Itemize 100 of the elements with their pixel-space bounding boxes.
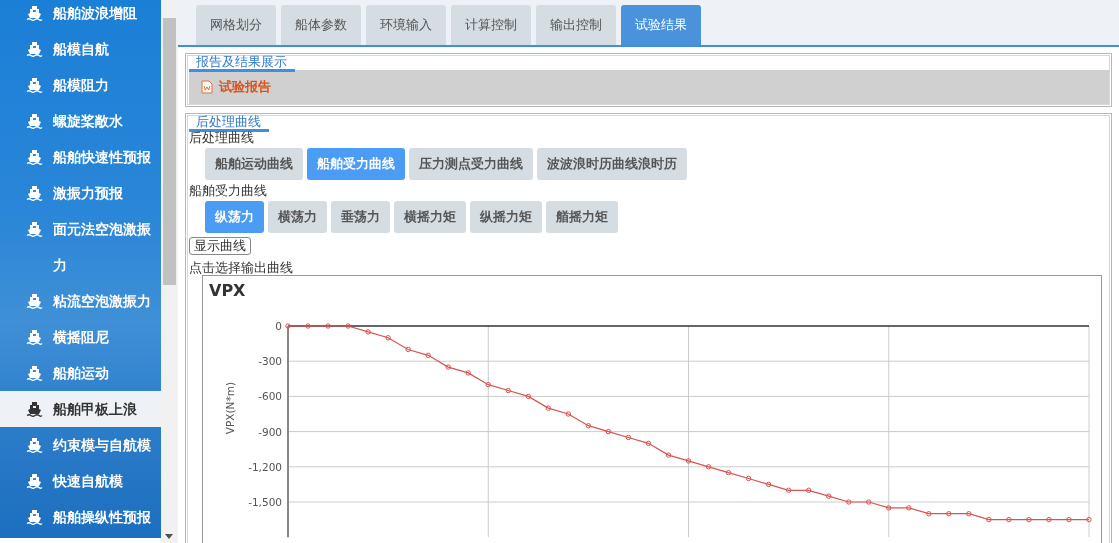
sidebar-item[interactable]: 螺旋桨敞水	[0, 103, 161, 139]
data-point	[445, 363, 451, 370]
ship-icon	[26, 401, 43, 417]
document-icon	[201, 80, 213, 94]
sidebar-item[interactable]: 面元法空泡激振力	[0, 211, 161, 283]
ship-icon	[26, 437, 43, 453]
ship-icon	[26, 221, 43, 237]
sidebar-item[interactable]: 粘流空泡激振力	[0, 283, 161, 319]
data-point	[745, 475, 752, 481]
ship-icon	[26, 113, 43, 129]
curve-type-button[interactable]: 船舶运动曲线	[205, 148, 303, 180]
curve-type-button[interactable]: 波波浪时历曲线浪时历	[537, 148, 687, 180]
curve-type-button[interactable]: 船舶受力曲线	[307, 148, 405, 180]
sidebar-item[interactable]: 船舶操纵性预报	[0, 499, 161, 535]
axis-title: VPX(N*m)	[224, 381, 236, 434]
sidebar-item[interactable]: 船舶甲板上浪	[0, 391, 161, 427]
sidebar-item[interactable]: 船模阻力	[0, 67, 161, 103]
axis-tick-label: -1,500	[248, 495, 282, 508]
data-point	[1006, 516, 1012, 522]
ship-icon	[26, 509, 43, 525]
data-point	[1066, 516, 1072, 522]
data-point	[645, 440, 652, 446]
hint-text: 点击选择输出曲线	[189, 259, 294, 275]
axis-tick-label: 0	[275, 319, 282, 332]
force-button[interactable]: 垂荡力	[331, 201, 390, 233]
report-link[interactable]: 试验报告	[219, 77, 271, 97]
data-point	[926, 510, 932, 516]
force-button[interactable]: 纵荡力	[205, 201, 264, 233]
data-point	[966, 510, 972, 516]
sidebar-item[interactable]: 快速自航模	[0, 463, 161, 499]
tab[interactable]: 船体参数	[281, 5, 361, 45]
ship-icon	[26, 185, 43, 201]
data-point	[365, 328, 371, 335]
panel-legend: 后处理曲线	[189, 115, 269, 132]
data-point	[1046, 516, 1052, 522]
ship-icon	[26, 149, 43, 165]
sidebar-item[interactable]: 船模自航	[0, 31, 161, 67]
data-point	[685, 457, 692, 464]
data-point	[705, 463, 712, 469]
force-button[interactable]: 纵摇力矩	[470, 201, 542, 233]
data-point	[405, 346, 411, 352]
data-point	[1086, 516, 1092, 522]
data-point	[1026, 516, 1032, 522]
data-point	[325, 322, 331, 329]
data-point	[605, 428, 612, 434]
data-point	[785, 487, 792, 493]
data-point	[665, 451, 672, 458]
sidebar-item[interactable]: 约束模与自航模	[0, 427, 161, 463]
group-label: 船舶受力曲线	[189, 183, 268, 198]
ship-icon	[26, 41, 43, 57]
data-point	[725, 469, 732, 475]
show-curve-button[interactable]: 显示曲线	[189, 237, 251, 255]
data-point	[846, 498, 852, 505]
data-point	[385, 334, 391, 340]
data-point	[485, 381, 491, 387]
ship-icon	[26, 473, 43, 489]
chart-title: VPX	[209, 280, 246, 300]
data-point	[805, 487, 812, 493]
tab[interactable]: 环境输入	[366, 5, 446, 45]
data-point	[765, 481, 772, 487]
sidebar-item[interactable]: 船舶快速性预报	[0, 139, 161, 175]
tab[interactable]: 计算控制	[451, 5, 531, 45]
data-point	[565, 410, 572, 417]
axis-tick-label: -900	[258, 425, 282, 438]
data-point	[545, 404, 552, 411]
ship-icon	[26, 77, 43, 93]
data-point	[285, 322, 291, 329]
force-button[interactable]: 横荡力	[268, 201, 327, 233]
data-point	[345, 322, 351, 329]
tab[interactable]: 输出控制	[536, 5, 616, 45]
curve-type-button[interactable]: 压力测点受力曲线	[409, 148, 533, 180]
axis-tick-label: -300	[258, 354, 282, 367]
sidebar-item[interactable]: 横摇阻尼	[0, 319, 161, 355]
data-point	[886, 504, 892, 511]
data-point	[625, 434, 632, 440]
sidebar-item[interactable]: 船舶运动	[0, 355, 161, 391]
ship-icon	[26, 365, 43, 381]
scrollbar[interactable]	[161, 0, 178, 543]
data-point	[585, 422, 592, 428]
data-point	[465, 369, 471, 376]
data-point	[866, 498, 872, 505]
group-label: 后处理曲线	[189, 130, 255, 145]
force-button[interactable]: 横摇力矩	[394, 201, 466, 233]
sidebar-item[interactable]: 激振力预报	[0, 175, 161, 211]
tab[interactable]: 试验结果	[621, 5, 701, 45]
data-point	[425, 352, 431, 358]
axis-tick-label: -1,200	[248, 460, 282, 473]
data-point	[986, 516, 992, 522]
data-point	[305, 322, 311, 329]
data-point	[505, 387, 511, 393]
axis-tick-label: -600	[258, 389, 282, 402]
data-point	[946, 510, 952, 516]
ship-icon	[26, 5, 43, 21]
force-button[interactable]: 艏摇力矩	[546, 201, 618, 233]
data-point	[825, 492, 832, 499]
sidebar-item[interactable]: 船舶波浪增阻	[0, 0, 161, 31]
data-point	[906, 504, 912, 511]
tab[interactable]: 网格划分	[196, 5, 276, 45]
ship-icon	[26, 293, 43, 309]
data-point	[525, 393, 531, 399]
